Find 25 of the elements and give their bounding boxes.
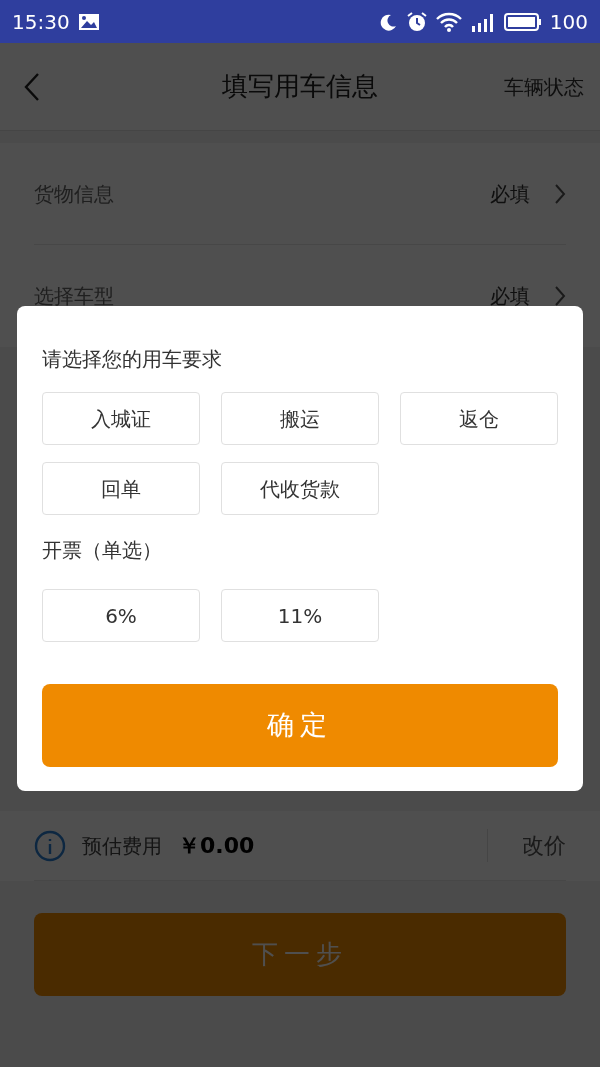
back-icon[interactable] (24, 71, 40, 102)
dialog-title: 请选择您的用车要求 (42, 346, 223, 373)
battery-percentage: 100 (549, 8, 588, 36)
wifi-icon (435, 11, 462, 32)
chevron-right-icon (554, 182, 566, 205)
invoice-rate-option[interactable]: 6% (42, 589, 200, 642)
requirement-option[interactable]: 入城证 (42, 392, 200, 445)
requirement-option[interactable]: 返仓 (400, 392, 558, 445)
invoice-title: 开票（单选） (42, 537, 163, 564)
invoice-rate-option[interactable]: 11% (221, 589, 379, 642)
requirement-option[interactable]: 搬运 (221, 392, 379, 445)
image-icon (77, 12, 100, 31)
battery-icon (503, 12, 542, 31)
alarm-clock-icon (405, 10, 428, 33)
required-hint: 必填 (490, 180, 530, 208)
estimated-cost-amount: ￥0.00 (178, 832, 255, 860)
estimated-cost-label: 预估费用 (82, 832, 162, 860)
requirement-option[interactable]: 代收货款 (221, 462, 379, 515)
page-title: 填写用车信息 (222, 70, 378, 103)
moon-icon (379, 12, 398, 31)
info-icon (34, 829, 66, 862)
clock-time: 15:30 (12, 8, 70, 36)
chevron-right-icon (554, 284, 566, 307)
requirement-option[interactable]: 回单 (42, 462, 200, 515)
required-hint: 必填 (490, 282, 530, 310)
